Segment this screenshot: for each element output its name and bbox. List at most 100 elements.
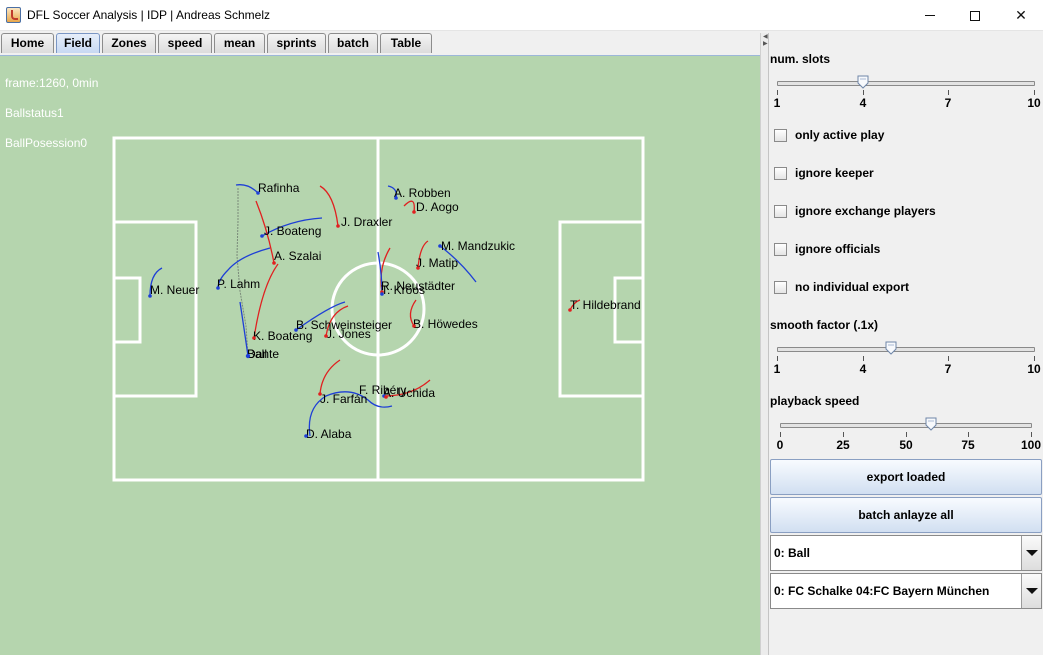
slider-tick-label: 75 [961,438,975,452]
playback-speed-slider[interactable]: 0 25 50 75 100 [776,417,1041,459]
playback-speed-label: playback speed [770,394,860,408]
collapse-right-icon[interactable]: ▶ [763,41,768,47]
player-dot [272,261,276,265]
tab-table[interactable]: Table [380,33,432,53]
slider-track [777,81,1035,86]
slider-thumb[interactable] [885,341,897,355]
checkbox-label: ignore officials [795,242,881,256]
no-individual-export-checkbox[interactable]: no individual export [774,279,909,295]
left-goal-area [112,276,142,344]
match-select[interactable]: 0: FC Schalke 04:FC Bayern München [770,573,1042,609]
tab-sprints[interactable]: sprints [267,33,326,53]
checkbox-label: no individual export [795,280,910,294]
player-label: J. Draxler [341,215,392,229]
player-dot [245,353,251,359]
split-pane-divider[interactable]: ◀ ▶ [760,33,769,655]
checkbox-box[interactable] [774,204,787,218]
object-select-arrow[interactable] [1021,536,1041,570]
slider-tick [863,356,864,361]
player-label: M. Neuer [150,283,199,297]
slider-tick-label: 7 [944,96,952,110]
player-label: P. Lahm [217,277,260,291]
slider-thumb[interactable] [857,75,869,89]
export-loaded-button[interactable]: export loaded [770,459,1042,495]
player-dot [256,191,260,195]
checkbox-box[interactable] [774,166,787,180]
player-dot [412,210,416,214]
tab-home[interactable]: Home [1,33,54,53]
player-dot [294,328,298,332]
maximize-button[interactable] [952,0,998,31]
only-active-play-checkbox[interactable]: only active play [774,127,884,143]
player-dot [148,294,152,298]
match-select-arrow[interactable] [1021,574,1041,608]
player-label: A. Robben [394,186,451,200]
slider-thumb[interactable] [925,417,937,431]
minimize-icon [925,15,935,16]
checkbox-box[interactable] [774,242,787,256]
java-app-icon [6,7,21,23]
player-label: T. Hildebrand [570,298,641,312]
slider-tick [1034,90,1035,95]
player-label: T. Kroos [381,283,425,297]
player-dot [380,292,384,296]
field-panel[interactable]: Rafinha J. Draxler A. Robben D. Aogo J. … [0,55,760,655]
player-label: A. Szalai [274,249,321,263]
trail-rafinha [235,184,259,194]
player-dot [304,434,308,438]
tab-mean[interactable]: mean [214,33,265,53]
player-label: K. Boateng [253,329,312,343]
tab-zones[interactable]: Zones [102,33,156,53]
smooth-factor-slider[interactable]: 1 4 7 10 [773,341,1041,383]
batch-analyze-all-button[interactable]: batch anlayze all [770,497,1042,533]
trail-k-boateng [253,263,279,339]
control-panel: num. slots 1 4 7 10 only active play ignore… [769,33,1043,655]
maximize-icon [970,10,980,21]
tab-batch[interactable]: batch [328,33,378,53]
player-label: Rafinha [258,181,300,195]
match-select-value: 0: FC Schalke 04:FC Bayern München [774,584,990,598]
smooth-factor-label: smooth factor (.1x) [770,318,879,332]
soccer-field-canvas[interactable]: Rafinha J. Draxler A. Robben D. Aogo J. … [0,56,760,655]
checkbox-box[interactable] [774,280,787,294]
player-dot [318,392,322,396]
player-label: Dante [247,347,279,361]
minimize-button[interactable] [907,0,953,31]
checkbox-label: only active play [795,128,885,142]
player-label: M. Mandzukic [441,239,515,253]
player-dot [438,244,442,248]
tab-bar: Home Field Zones speed mean sprints batc… [0,33,760,55]
slider-tick-label: 100 [1020,438,1042,452]
tab-speed[interactable]: speed [158,33,212,53]
slider-tick [906,432,907,437]
num-slots-slider[interactable]: 1 4 7 10 [774,75,1041,117]
slider-tick [780,432,781,437]
checkbox-box[interactable] [774,128,787,142]
player-dot [336,224,340,228]
player-label: D. Aogo [416,200,459,214]
close-button[interactable]: ✕ [998,0,1043,31]
tab-field[interactable]: Field [56,33,100,53]
ignore-keeper-checkbox[interactable]: ignore keeper [774,165,874,181]
slider-tick-label: 0 [776,438,784,452]
player-dot [216,286,220,290]
slider-track [780,423,1032,428]
slider-tick-label: 4 [859,96,867,110]
slider-tick [777,356,778,361]
slider-tick [863,90,864,95]
player-dot [252,336,256,340]
slider-tick-label: 25 [836,438,850,452]
ignore-officials-checkbox[interactable]: ignore officials [774,241,880,257]
object-select[interactable]: 0: Ball [770,535,1042,571]
chevron-down-icon [1025,588,1038,594]
player-label: J. Boateng [264,224,321,238]
pitch-lines [112,136,645,482]
ignore-exchange-players-checkbox[interactable]: ignore exchange players [774,203,936,219]
slider-tick [843,432,844,437]
trail-farfan [319,359,341,395]
slider-tick-label: 7 [944,362,952,376]
slider-tick [948,356,949,361]
slider-tick-label: 1 [773,362,781,376]
collapse-left-icon[interactable]: ◀ [763,34,768,40]
slider-tick-label: 10 [1027,362,1041,376]
